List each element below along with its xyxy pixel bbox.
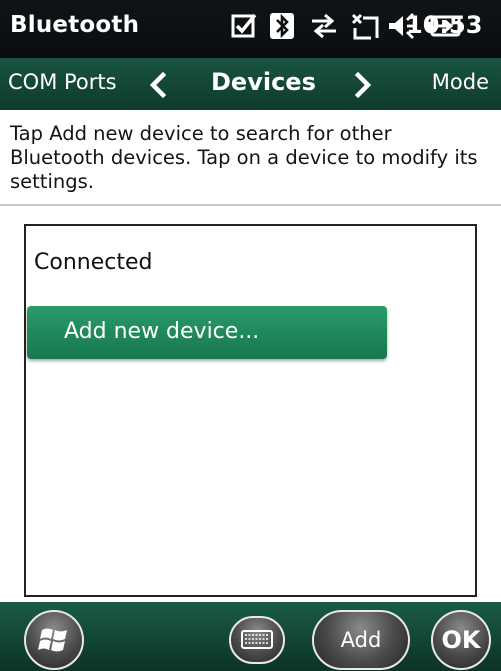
tab-devices[interactable]: Devices (211, 68, 316, 96)
chevron-right-icon[interactable] (352, 72, 374, 98)
bottom-bar: Add OK (0, 602, 501, 671)
tab-bar: COM Ports Devices Mode (0, 58, 501, 110)
start-button[interactable] (24, 610, 84, 670)
keyboard-button[interactable] (229, 616, 285, 664)
keyboard-icon (241, 630, 273, 649)
tasks-checkbox-icon[interactable] (228, 10, 260, 42)
instructions-text: Tap Add new device to search for other B… (10, 122, 478, 193)
divider (0, 204, 501, 206)
sync-arrows-icon[interactable] (308, 10, 340, 42)
add-softkey-label: Add (340, 628, 382, 652)
add-new-device-label: Add new device... (64, 319, 260, 344)
tab-mode[interactable]: Mode (432, 70, 489, 94)
ok-button[interactable]: OK (431, 610, 491, 670)
windows-logo-icon (38, 628, 67, 652)
chevron-left-icon[interactable] (147, 72, 169, 98)
tab-com-ports[interactable]: COM Ports (8, 70, 117, 94)
no-signal-icon[interactable] (349, 10, 381, 42)
add-softkey-button[interactable]: Add (312, 610, 410, 670)
add-new-device-button[interactable]: Add new device... (27, 306, 387, 359)
status-bar: Bluetooth 10:53 (0, 0, 501, 58)
app-title: Bluetooth (10, 12, 140, 38)
bluetooth-icon[interactable] (266, 10, 298, 42)
ok-label: OK (441, 626, 481, 654)
device-list-panel[interactable]: Connected Add new device... (24, 224, 477, 597)
connected-section-label: Connected (34, 250, 153, 275)
clock[interactable]: 10:53 (406, 11, 482, 39)
